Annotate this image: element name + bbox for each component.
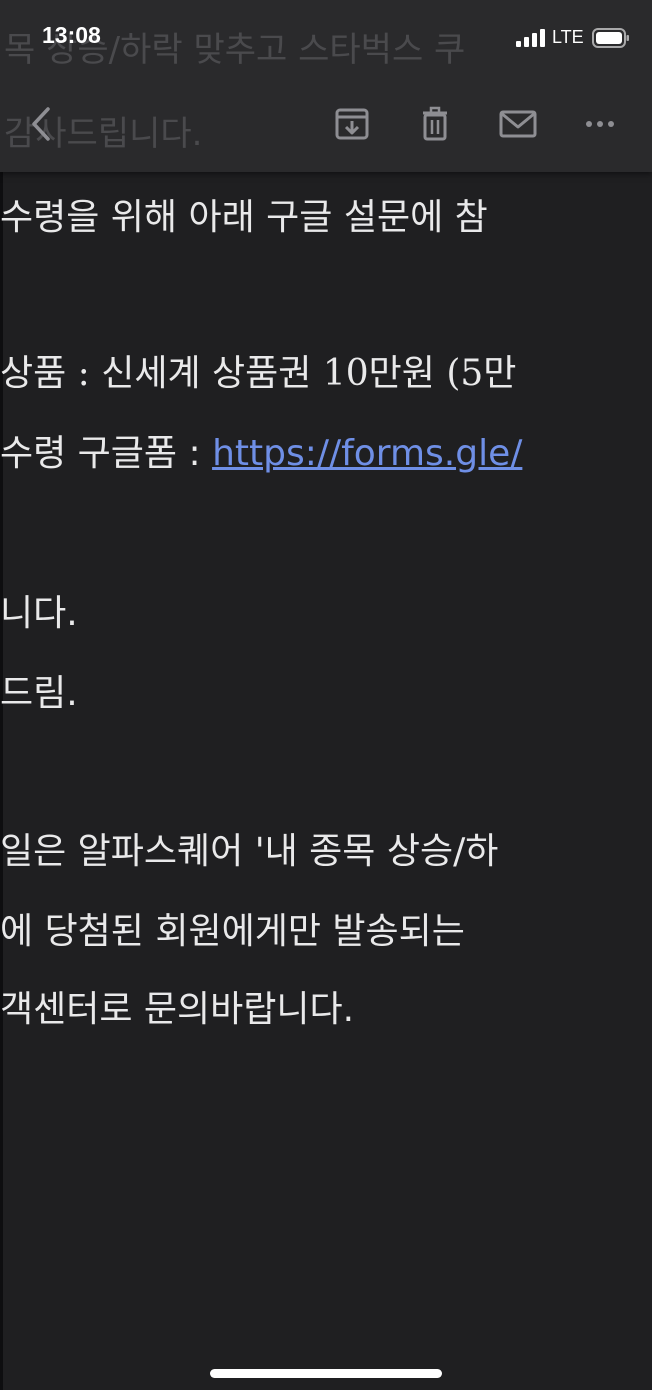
back-icon <box>20 102 64 146</box>
archive-icon <box>330 102 374 146</box>
status-time: 13:08 <box>42 22 101 48</box>
body-line-survey-request: 수령을 위해 아래 구글 설문에 참 <box>0 197 488 238</box>
signal-icon <box>516 29 546 47</box>
body-line-google-form: 수령 구글폼 : https://forms.gle/ <box>0 424 522 476</box>
home-indicator[interactable] <box>210 1369 442 1378</box>
delete-button[interactable] <box>413 102 457 146</box>
email-screen: 목 상승/하락 맞추고 스타벅스 쿠 감사드립니다. 13:08 LTE 수령을… <box>0 0 652 1390</box>
battery-icon <box>592 28 630 48</box>
status-bar: 13:08 LTE <box>0 0 652 76</box>
more-icon <box>578 102 622 146</box>
network-label: LTE <box>552 27 584 47</box>
trash-icon <box>413 102 457 146</box>
top-bar: 목 상승/하락 맞추고 스타벅스 쿠 감사드립니다. 13:08 LTE <box>0 0 652 172</box>
back-button[interactable] <box>20 102 64 146</box>
body-line-signature: 드림. <box>0 673 78 714</box>
google-form-link[interactable]: https://forms.gle/ <box>212 433 522 474</box>
body-line-notice-2: 에 당첨된 회원에게만 발송되는 <box>0 911 465 952</box>
mark-unread-button[interactable] <box>496 102 540 146</box>
body-line-prize: 상품 : 신세계 상품권 10만원 (5만 <box>0 353 517 394</box>
archive-button[interactable] <box>330 102 374 146</box>
body-line-closing: 니다. <box>0 593 78 634</box>
more-button[interactable] <box>578 102 622 146</box>
body-line-notice-3: 객센터로 문의바랍니다. <box>0 989 355 1030</box>
mail-icon <box>496 102 540 146</box>
body-line-notice-1: 일은 알파스퀘어 '내 종목 상승/하 <box>0 831 499 872</box>
email-action-toolbar <box>0 80 652 170</box>
google-form-label: 수령 구글폼 : <box>0 433 213 474</box>
